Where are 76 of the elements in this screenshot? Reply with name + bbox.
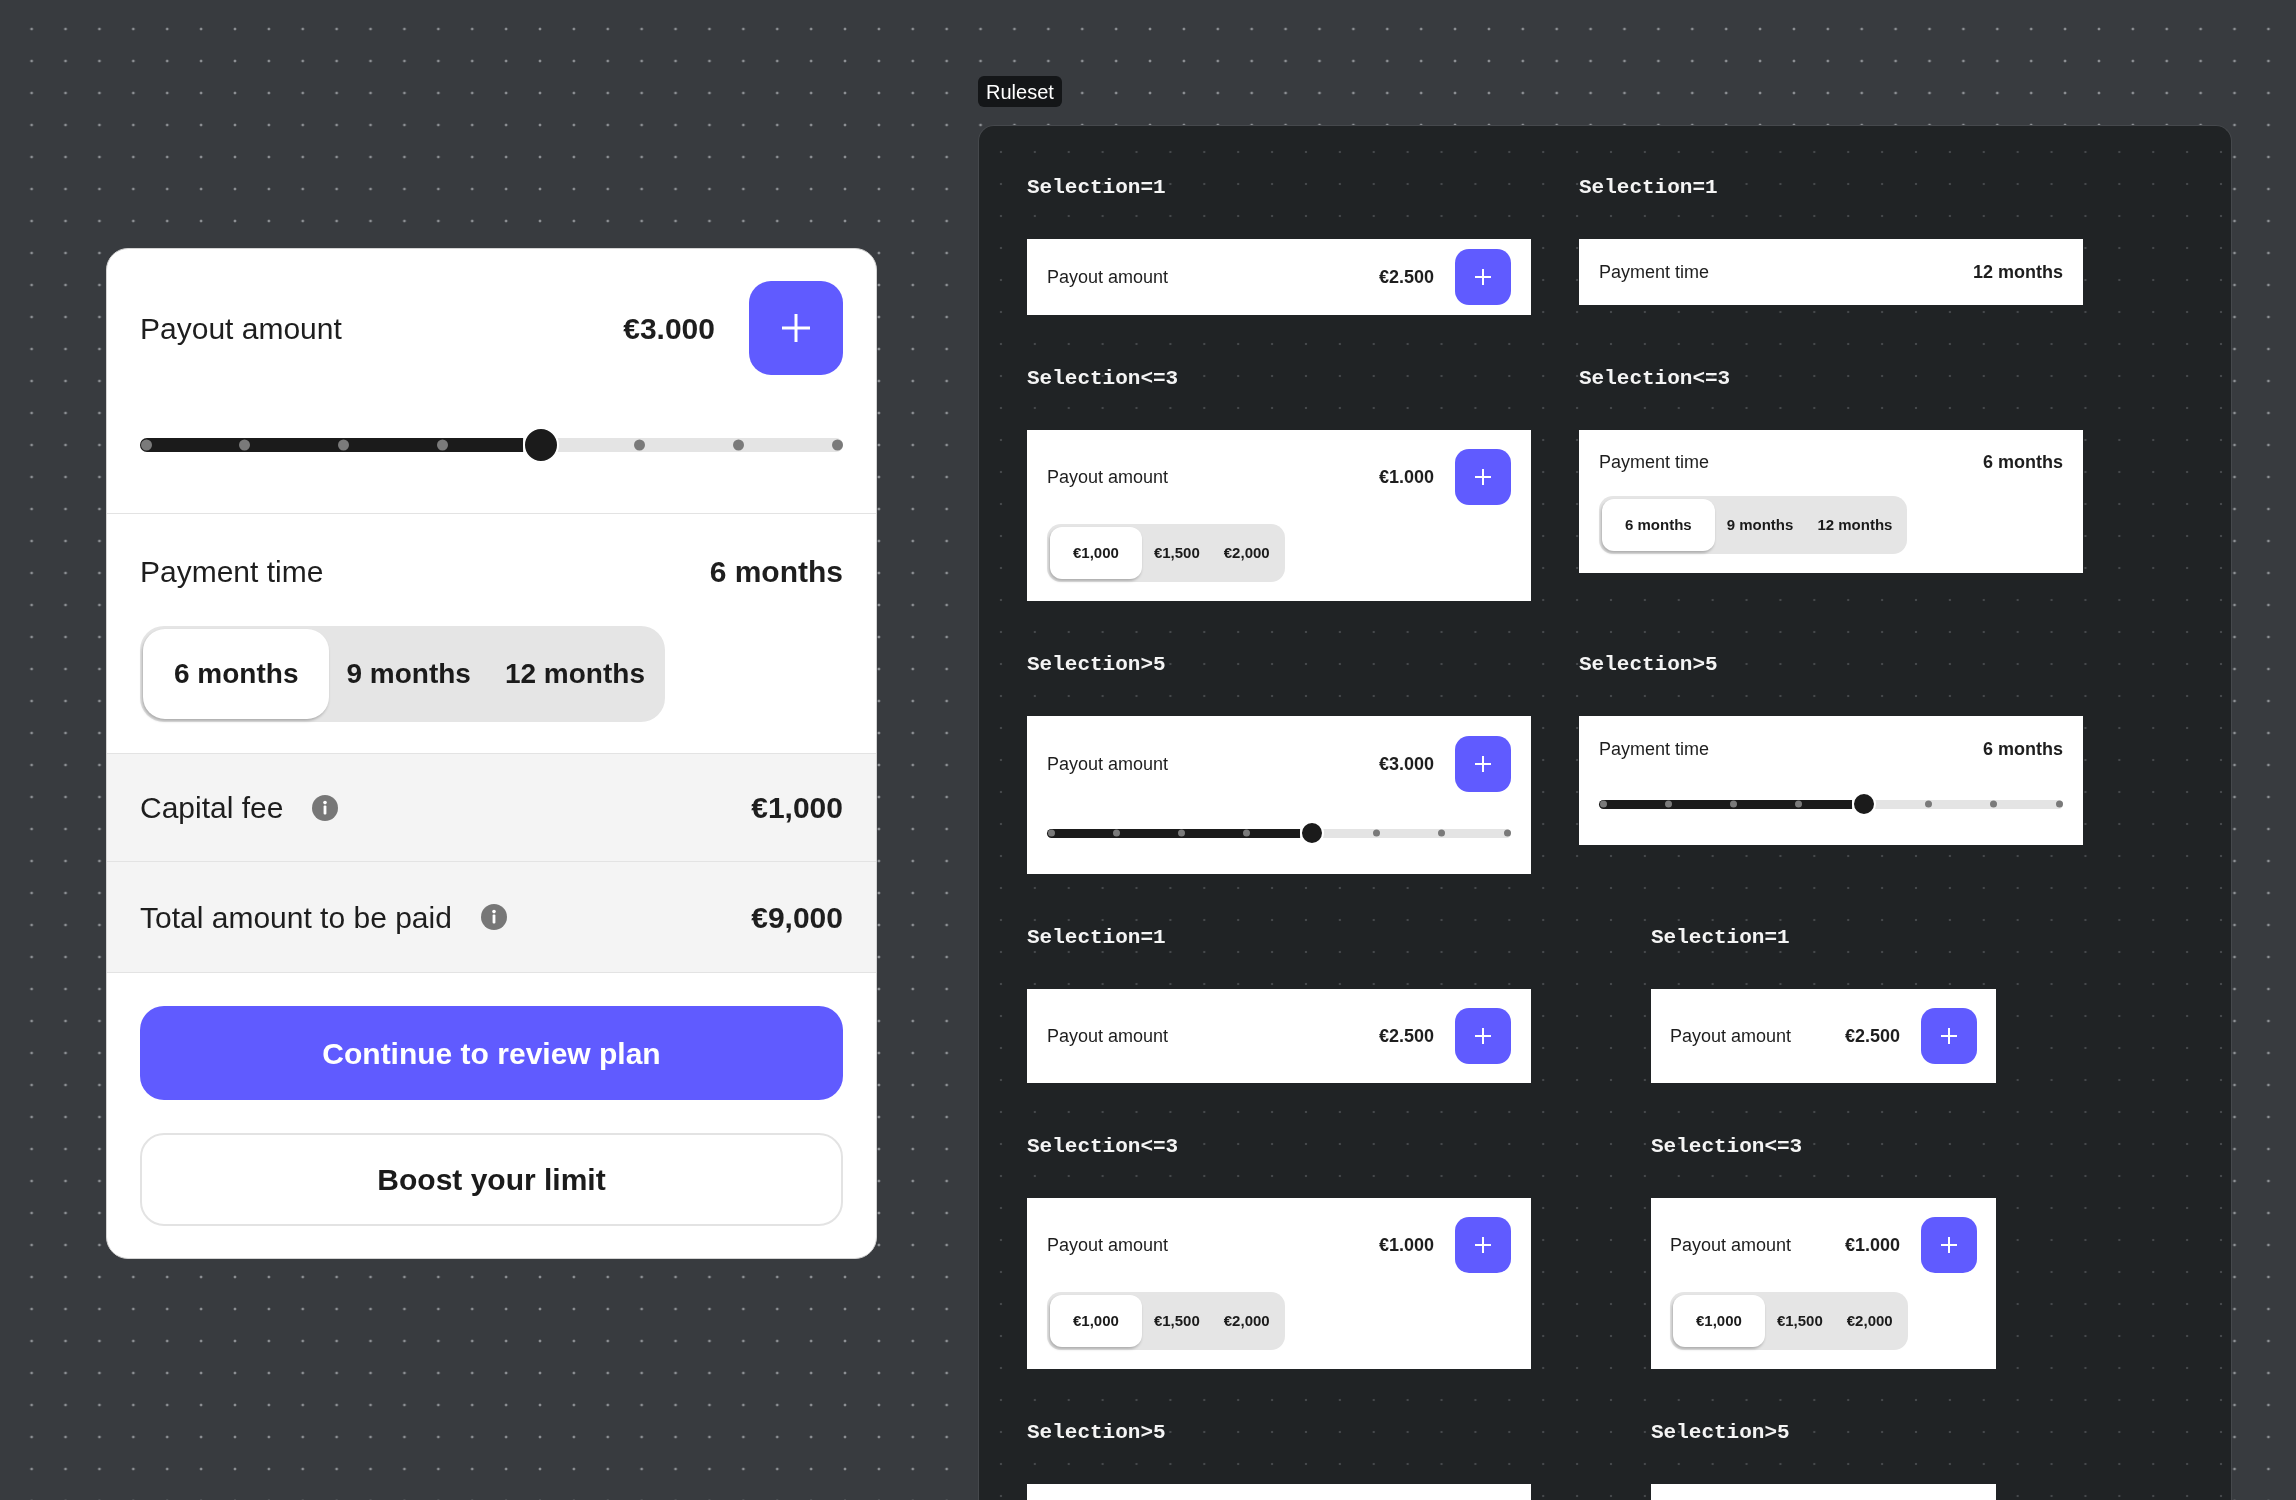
- info-icon: [312, 794, 339, 821]
- plus-icon: [1941, 1237, 1957, 1253]
- add-button[interactable]: [1455, 249, 1511, 305]
- section-heading: Selection>5: [1579, 653, 1718, 677]
- row-label: Payment time: [1599, 261, 1710, 283]
- section-heading: Selection=1: [1651, 926, 1790, 950]
- boost-button[interactable]: Boost your limit: [140, 1133, 843, 1226]
- row-label: Payout amount: [1670, 1025, 1792, 1047]
- row-value: €3.000: [1378, 753, 1434, 775]
- section-heading: Selection<=3: [1579, 367, 1731, 391]
- row-label: Payment time: [140, 553, 324, 590]
- plus-icon: [782, 314, 810, 342]
- plus-icon: [1941, 1028, 1957, 1044]
- row-value: €1,000: [751, 790, 843, 826]
- row-label: Payout amount: [140, 310, 342, 347]
- section-heading: Selection=1: [1579, 176, 1718, 200]
- ruleset-label: Ruleset: [978, 76, 1062, 107]
- option-tab[interactable]: €1,500: [1141, 1295, 1212, 1347]
- row-value: €1.000: [1378, 466, 1434, 488]
- option-tab[interactable]: €1,000: [1673, 1295, 1765, 1347]
- plus-icon: [1475, 756, 1491, 772]
- section-heading: Selection>5: [1651, 1421, 1790, 1445]
- section-heading: Selection>5: [1027, 653, 1166, 677]
- row-label: Payout amount: [1047, 1234, 1169, 1256]
- option-tab[interactable]: €1,000: [1050, 527, 1142, 579]
- row-value: €9,000: [751, 899, 843, 936]
- option-tab[interactable]: €2,000: [1834, 1295, 1905, 1347]
- row-value: €1.000: [1844, 1234, 1900, 1256]
- add-button[interactable]: [1455, 449, 1511, 505]
- add-button[interactable]: [1921, 1217, 1977, 1273]
- section-heading: Selection<=3: [1651, 1135, 1803, 1159]
- add-button[interactable]: [1455, 1217, 1511, 1273]
- section-heading: Selection<=3: [1027, 367, 1179, 391]
- row-value: 6 months: [709, 553, 843, 590]
- row-value: €2.500: [1844, 1025, 1900, 1047]
- row-label: Payout amount: [1047, 466, 1169, 488]
- plus-icon: [1475, 469, 1491, 485]
- option-tab[interactable]: €1,000: [1050, 1295, 1142, 1347]
- row-label: Payment time: [1599, 738, 1710, 760]
- option-tab[interactable]: €1,500: [1764, 1295, 1835, 1347]
- section-heading: Selection>5: [1027, 1421, 1166, 1445]
- add-button[interactable]: [749, 281, 843, 375]
- add-button[interactable]: [1455, 736, 1511, 792]
- row-label: Payout amount: [1047, 266, 1169, 288]
- option-tab[interactable]: 12 months: [487, 629, 662, 719]
- section-heading: Selection<=3: [1027, 1135, 1179, 1159]
- row-label: Payment time: [1599, 451, 1710, 473]
- option-tab[interactable]: €1,500: [1141, 527, 1212, 579]
- row-label: Payout amount: [1047, 1025, 1169, 1047]
- section-heading: Selection=1: [1027, 926, 1166, 950]
- row-value: 6 months: [1983, 451, 2063, 473]
- option-tab[interactable]: 12 months: [1805, 499, 1905, 551]
- continue-button[interactable]: Continue to review plan: [140, 1006, 843, 1100]
- option-tab[interactable]: €2,000: [1211, 1295, 1282, 1347]
- row-value: €3.000: [623, 310, 715, 347]
- row-label: Capital fee: [140, 790, 284, 826]
- row-value: €2.500: [1378, 266, 1434, 288]
- plus-icon: [1475, 1028, 1491, 1044]
- row-value: €1.000: [1378, 1234, 1434, 1256]
- row-value: €2.500: [1378, 1025, 1434, 1047]
- row-label: Payout amount: [1047, 753, 1169, 775]
- option-tab[interactable]: €2,000: [1211, 527, 1282, 579]
- add-button[interactable]: [1455, 1008, 1511, 1064]
- option-tab[interactable]: 6 months: [143, 629, 330, 719]
- row-value: 6 months: [1983, 738, 2063, 760]
- row-value: 12 months: [1972, 261, 2063, 283]
- option-tab[interactable]: 9 months: [329, 629, 488, 719]
- info-icon: [480, 904, 507, 930]
- section-heading: Selection=1: [1027, 176, 1166, 200]
- row-label: Payout amount: [1670, 1234, 1792, 1256]
- add-button[interactable]: [1921, 1008, 1977, 1064]
- option-tab[interactable]: 6 months: [1602, 499, 1715, 551]
- plus-icon: [1475, 1237, 1491, 1253]
- option-tab[interactable]: 9 months: [1714, 499, 1806, 551]
- plus-icon: [1475, 269, 1491, 285]
- row-label: Total amount to be paid: [140, 899, 452, 936]
